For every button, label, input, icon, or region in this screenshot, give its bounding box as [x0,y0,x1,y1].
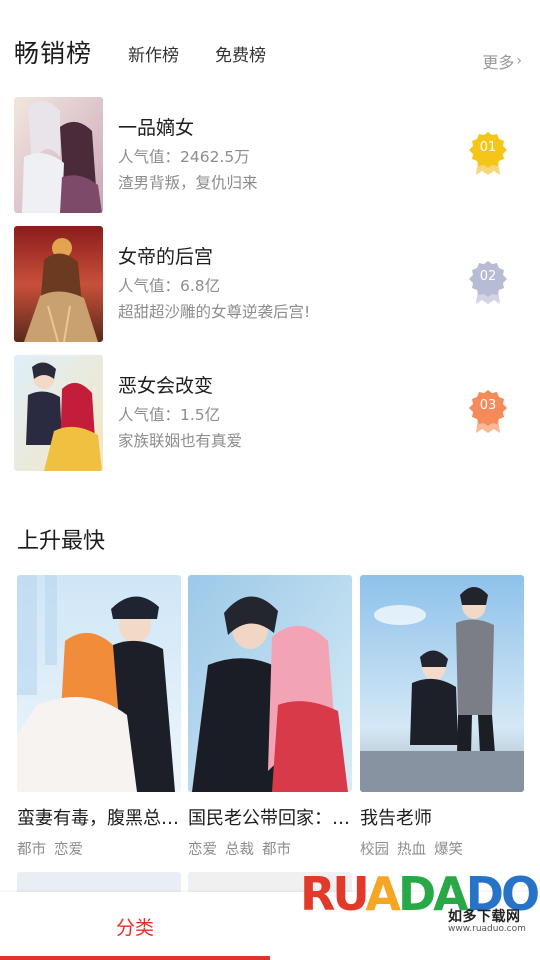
comic-name: 我告老师 [360,808,432,829]
tab-free[interactable]: 免费榜 [215,41,266,70]
comic-poster [188,575,352,792]
tag: 爆笑 [434,842,463,858]
tag: 校园 [360,842,389,858]
comic-name: 国民老公带回家：偷吻57次 [188,808,352,829]
comic-cover [14,226,103,342]
watermark-cn: 如多下载网 [448,909,521,925]
rank-medal-icon: 01 [468,131,508,177]
popularity: 人气值：2462.5万 [118,148,250,166]
more-label: 更多 [482,53,515,72]
popularity: 人气值：6.8亿 [118,277,221,295]
comic-description: 超甜超沙雕的女尊逆袭后宫! [118,303,311,321]
comic-title: 一品嫡女 [118,117,195,139]
rank-number: 02 [479,269,497,284]
comic-poster [17,575,181,792]
tag: 恋爱 [188,842,217,858]
comic-tags: 都市 恋爱 [17,838,181,859]
tag: 都市 [17,842,46,858]
more-link[interactable]: 更多 › [482,49,522,73]
rising-item-3[interactable]: 我告老师 校园 热血 爆笑 [360,575,524,859]
rank-number: 01 [479,140,497,155]
tab-new-works[interactable]: 新作榜 [128,41,179,70]
ranking-tabs: 畅销榜 新作榜 免费榜 [14,30,266,70]
rank-number: 03 [479,398,497,413]
tag: 都市 [262,842,291,858]
comic-name: 蛮妻有毒，腹黑总裁请接招 [17,808,181,829]
tag: 热血 [397,842,426,858]
section-title-rising: 上升最快 [17,529,106,554]
comic-poster [360,575,524,792]
tag: 恋爱 [54,842,83,858]
comic-poster-peek [17,872,181,892]
comic-cover [14,97,103,213]
chevron-right-icon: › [516,53,522,69]
rank-medal-icon: 02 [468,260,508,306]
popularity: 人气值：1.5亿 [118,406,221,424]
tab-category-label: 分类 [115,916,154,939]
ranking-item-1[interactable]: 一品嫡女 人气值：2462.5万 渣男背叛，复仇归来 01 [14,97,524,213]
watermark-url: www.ruaduo.com [448,924,526,934]
rising-item-2[interactable]: 国民老公带回家：偷吻57次 恋爱 总裁 都市 [188,575,352,859]
ranking-item-2[interactable]: 女帝的后宫 人气值：6.8亿 超甜超沙雕的女尊逆袭后宫! 02 [14,226,524,342]
tag: 总裁 [225,842,254,858]
comic-description: 渣男背叛，复仇归来 [118,174,258,192]
rising-item-1[interactable]: 蛮妻有毒，腹黑总裁请接招 都市 恋爱 [17,575,181,859]
comic-tags: 恋爱 总裁 都市 [188,838,352,859]
comic-title: 恶女会改变 [118,375,214,397]
tab-bestseller[interactable]: 畅销榜 [14,34,92,70]
comic-description: 家族联姻也有真爱 [118,432,243,450]
comic-title: 女帝的后宫 [118,246,214,268]
ranking-item-3[interactable]: 恶女会改变 人气值：1.5亿 家族联姻也有真爱 03 [14,355,524,471]
comic-tags: 校园 热血 爆笑 [360,838,524,859]
comic-cover [14,355,103,471]
tab-category[interactable]: 分类 [0,892,270,960]
rank-medal-icon: 03 [468,389,508,435]
watermark-logo: RUADADO 如多下载网 www.ruaduo.com [300,862,540,954]
